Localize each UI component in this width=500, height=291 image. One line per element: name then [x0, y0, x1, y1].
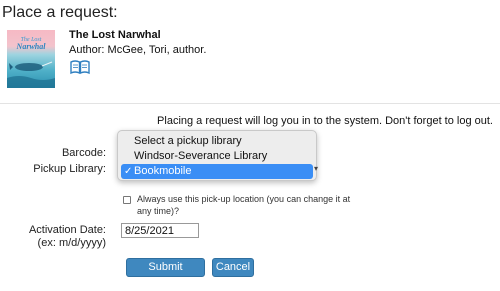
- page-title: Place a request:: [2, 4, 118, 21]
- activation-date-input[interactable]: [121, 223, 199, 238]
- book-cover-art: The Lost Narwhal: [7, 37, 55, 88]
- activation-date-label: Activation Date: (ex: m/d/yyyy): [29, 224, 106, 250]
- activation-date-format-hint: (ex: m/d/yyyy): [37, 237, 106, 249]
- pickup-library-dropdown[interactable]: Select a pickup library Windsor-Severanc…: [117, 130, 317, 181]
- always-use-checkbox[interactable]: [123, 196, 131, 204]
- pickup-option-label: Bookmobile: [134, 165, 192, 177]
- author-label: Author:: [69, 44, 105, 56]
- pickup-library-label: Pickup Library:: [33, 163, 106, 175]
- login-notice: Placing a request will log you in to the…: [157, 115, 493, 127]
- cancel-button[interactable]: Cancel: [212, 258, 254, 277]
- pickup-option[interactable]: Select a pickup library: [121, 134, 313, 149]
- checkmark-icon: ✓: [124, 166, 133, 177]
- pickup-option-selected[interactable]: ✓ Bookmobile: [121, 164, 313, 179]
- book-author: Author: McGee, Tori, author.: [69, 44, 206, 56]
- submit-request-button[interactable]: Submit Request: [126, 258, 205, 290]
- activation-date-label-line1: Activation Date:: [28, 224, 106, 236]
- pickup-option[interactable]: Windsor-Severance Library: [121, 149, 313, 164]
- book-title: The Lost Narwhal: [69, 29, 161, 41]
- section-divider: [0, 103, 500, 104]
- author-name: McGee, Tori, author.: [107, 44, 207, 56]
- cover-title-art-2: Narwhal: [16, 42, 47, 51]
- always-use-label: Always use this pick-up location (you ca…: [137, 194, 351, 216]
- barcode-label: Barcode:: [61, 147, 106, 159]
- book-cover-image: The Lost Narwhal: [7, 30, 55, 88]
- open-book-icon[interactable]: [69, 59, 91, 75]
- chevron-down-icon[interactable]: ▾: [314, 164, 318, 173]
